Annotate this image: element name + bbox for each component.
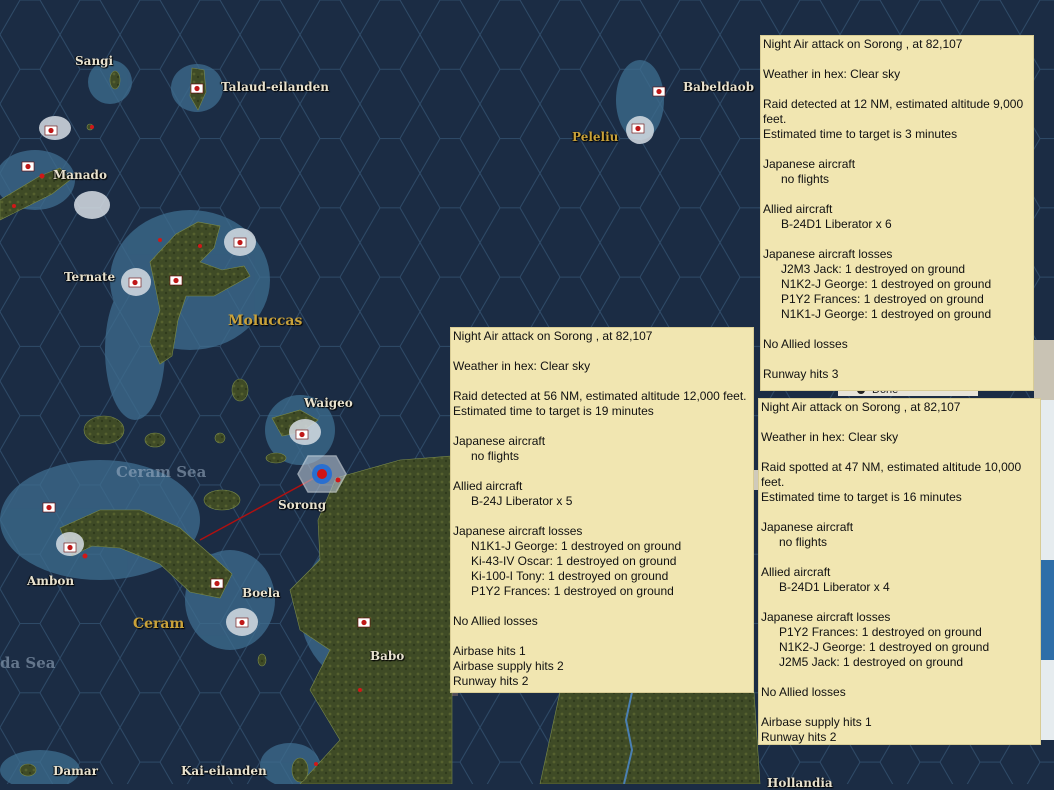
report-loss-line: P1Y2 Frances: 1 destroyed on ground (471, 584, 674, 598)
place-label-babo: Babo (370, 649, 405, 663)
report-hits-line: Airbase supply hits 2 (453, 659, 564, 673)
report-title: Night Air attack on Sorong , at 82,107 (763, 37, 963, 51)
report-hits-line: Airbase hits 1 (453, 644, 526, 658)
report-loss-line: P1Y2 Frances: 1 destroyed on ground (781, 292, 984, 306)
report-allied-aircraft-header: Allied aircraft (453, 479, 523, 493)
report-allied-flights: B-24D1 Liberator x 6 (781, 217, 892, 231)
place-label-boela: Boela (242, 586, 281, 600)
report-loss-line: Ki-100-I Tony: 1 destroyed on ground (471, 569, 669, 583)
report-losses-header: Japanese aircraft losses (453, 524, 583, 538)
report-japanese-aircraft-header: Japanese aircraft (763, 157, 856, 171)
report-allied-aircraft-header: Allied aircraft (763, 202, 833, 216)
place-label-peleliu: Peleliu (572, 130, 619, 144)
report-allied-losses: No Allied losses (453, 614, 538, 628)
report-raid-detection: Raid detected at 12 NM, estimated altitu… (763, 97, 1024, 126)
report-loss-line: N1K1-J George: 1 destroyed on ground (471, 539, 682, 553)
report-loss-line: N1K2-J George: 1 destroyed on ground (781, 277, 992, 291)
place-label-sorong[interactable]: Sorong (278, 498, 326, 512)
place-label-ambon: Ambon (27, 574, 75, 588)
combat-report-top-right[interactable]: Night Air attack on Sorong , at 82,107 W… (760, 35, 1034, 391)
report-weather: Weather in hex: Clear sky (763, 67, 901, 81)
report-eta: Estimated time to target is 19 minutes (453, 404, 654, 418)
place-label-babeldaob: Babeldaob (683, 80, 755, 94)
place-label-damar: Damar (53, 764, 98, 778)
report-eta: Estimated time to target is 3 minutes (763, 127, 958, 141)
report-japanese-aircraft-header: Japanese aircraft (761, 520, 854, 534)
report-hits-line: Runway hits 2 (761, 730, 837, 744)
report-title: Night Air attack on Sorong , at 82,107 (761, 400, 961, 414)
report-losses-header: Japanese aircraft losses (761, 610, 891, 624)
place-label-manado: Manado (53, 168, 107, 182)
report-allied-flights: B-24J Liberator x 5 (471, 494, 573, 508)
report-loss-line: P1Y2 Frances: 1 destroyed on ground (779, 625, 982, 639)
report-allied-aircraft-header: Allied aircraft (761, 565, 831, 579)
report-loss-line: N1K1-J George: 1 destroyed on ground (781, 307, 992, 321)
place-label-talaud: Talaud-eilanden (221, 80, 329, 94)
report-allied-losses: No Allied losses (761, 685, 846, 699)
place-label-hollandia: Hollandia (767, 776, 833, 790)
report-loss-line: Ki-43-IV Oscar: 1 destroyed on ground (471, 554, 677, 568)
region-label-moluccas: Moluccas (228, 313, 303, 329)
report-hits-line: Runway hits 2 (453, 674, 529, 688)
report-japanese-flights: no flights (781, 172, 830, 186)
report-japanese-flights: no flights (471, 449, 520, 463)
place-label-sangi: Sangi (75, 54, 114, 68)
place-label-kai: Kai-eilanden (181, 764, 267, 778)
report-loss-line: J2M3 Jack: 1 destroyed on ground (781, 262, 966, 276)
combat-report-middle[interactable]: Night Air attack on Sorong , at 82,107 W… (450, 327, 754, 693)
place-label-ternate: Ternate (64, 270, 116, 284)
report-allied-losses: No Allied losses (763, 337, 848, 351)
report-japanese-aircraft-header: Japanese aircraft (453, 434, 546, 448)
report-eta: Estimated time to target is 16 minutes (761, 490, 962, 504)
sea-label-banda-sea: da Sea (0, 654, 56, 672)
report-loss-line: N1K2-J George: 1 destroyed on ground (779, 640, 990, 654)
report-weather: Weather in hex: Clear sky (453, 359, 591, 373)
report-hits-line: Airbase supply hits 1 (761, 715, 872, 729)
report-losses-header: Japanese aircraft losses (763, 247, 893, 261)
report-japanese-flights: no flights (779, 535, 828, 549)
report-raid-detection: Raid detected at 56 NM, estimated altitu… (453, 389, 747, 403)
report-title: Night Air attack on Sorong , at 82,107 (453, 329, 653, 343)
sea-label-ceram-sea: Ceram Sea (116, 463, 207, 481)
report-raid-detection: Raid spotted at 47 NM, estimated altitud… (761, 460, 1022, 489)
report-hits-line: Runway hits 3 (763, 367, 839, 381)
place-label-waigeo: Waigeo (304, 396, 353, 410)
sorong-base-marker[interactable] (297, 455, 347, 493)
report-loss-line: J2M5 Jack: 1 destroyed on ground (779, 655, 964, 669)
region-label-ceram: Ceram (133, 616, 185, 632)
report-weather: Weather in hex: Clear sky (761, 430, 899, 444)
combat-report-bottom-right[interactable]: Night Air attack on Sorong , at 82,107 W… (758, 398, 1041, 745)
report-allied-flights: B-24D1 Liberator x 4 (779, 580, 890, 594)
